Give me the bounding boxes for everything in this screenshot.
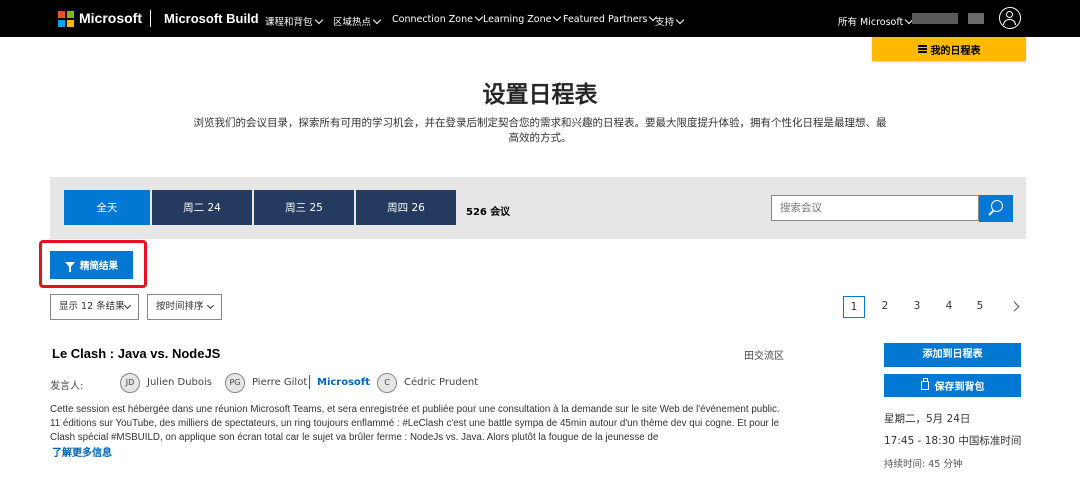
speaker-avatar: JD (120, 373, 140, 393)
next-page-icon[interactable] (1009, 301, 1020, 312)
chevron-down-icon (675, 15, 685, 25)
speaker-name[interactable]: Cédric Prudent (404, 377, 478, 388)
page-3[interactable]: 3 (906, 296, 928, 318)
all-microsoft-menu[interactable]: 所有 Microsoft (838, 14, 914, 28)
speaker-org: Microsoft (317, 377, 371, 388)
chevron-down-icon (553, 12, 562, 22)
list-icon (917, 45, 927, 53)
session-description: Cette session est hébergée dans une réun… (50, 404, 780, 443)
nav-item-connection-zone[interactable]: Connection Zone (392, 12, 484, 25)
session-date: 星期二，5月 24日 (884, 413, 971, 425)
chevron-down-icon (206, 301, 215, 310)
nav-item-support[interactable]: 支持 (655, 14, 685, 28)
filter-icon (64, 262, 75, 272)
my-schedule-button[interactable]: 我的日程表 (872, 37, 1026, 61)
speakers-label: 发言人: (50, 381, 84, 392)
nav-divider (150, 10, 151, 27)
account-icon[interactable] (999, 7, 1021, 29)
site-name-link[interactable]: Microsoft Build (164, 11, 259, 26)
session-count: 526 会议 (466, 207, 511, 218)
page-title: 设置日程表 (482, 82, 598, 108)
chevron-down-icon (314, 15, 323, 25)
search-input[interactable]: 搜索会议 (771, 195, 979, 221)
session-time: 17:45 - 18:30 中国标准时间 (884, 435, 1022, 447)
top-navigation: Microsoft Microsoft Build 课程和背包 区域热点 Con… (0, 0, 1080, 37)
tab-all-day[interactable]: 全天 (64, 190, 150, 225)
page-4[interactable]: 4 (938, 296, 960, 318)
microsoft-brand-link[interactable]: Microsoft (79, 10, 142, 26)
add-to-schedule-button[interactable]: 添加到日程表 (884, 343, 1021, 367)
chevron-down-icon (372, 15, 382, 25)
microsoft-logo-icon[interactable] (58, 11, 74, 27)
chevron-down-icon (474, 12, 484, 22)
tab-tuesday[interactable]: 周二 24 (152, 190, 252, 225)
save-to-backpack-button[interactable]: 保存到背包 (884, 374, 1021, 397)
session-duration: 持续时间: 45 分钟 (884, 459, 963, 470)
learn-more-link[interactable]: 了解更多信息 (52, 444, 112, 459)
redacted-user-info (968, 13, 984, 24)
sort-select[interactable]: 按时间排序 (147, 294, 222, 320)
speaker-name[interactable]: Julien Dubois (147, 377, 212, 388)
speaker-name[interactable]: Pierre Gilot (252, 377, 307, 388)
speaker-avatar: C (377, 373, 397, 393)
session-title[interactable]: Le Clash : Java vs. NodeJS (52, 346, 220, 361)
nav-item-sessions[interactable]: 课程和背包 (265, 14, 323, 28)
page-1[interactable]: 1 (843, 296, 865, 318)
search-button[interactable] (979, 195, 1013, 222)
tab-thursday[interactable]: 周四 26 (356, 190, 456, 225)
redacted-user-name (912, 13, 958, 24)
page-intro: 浏览我们的会议目录，探索所有可用的学习机会，并在登录后制定契合您的需求和兴趣的日… (193, 117, 887, 144)
speaker-avatar: PG (225, 373, 245, 393)
tab-wednesday[interactable]: 周三 25 (254, 190, 354, 225)
results-per-page-select[interactable]: 显示 12 条结果 (50, 294, 139, 320)
nav-item-learning-zone[interactable]: Learning Zone (483, 12, 562, 25)
speaker-separator (309, 375, 310, 389)
backpack-icon (920, 378, 929, 390)
page-2[interactable]: 2 (874, 296, 896, 318)
page-5[interactable]: 5 (969, 296, 991, 318)
session-location: 田交流区 (744, 351, 784, 362)
nav-item-regional[interactable]: 区域热点 (333, 14, 382, 28)
nav-item-featured-partners[interactable]: Featured Partners (563, 12, 658, 25)
refine-results-button[interactable]: 精简结果 (50, 251, 133, 279)
chevron-down-icon (123, 301, 132, 310)
